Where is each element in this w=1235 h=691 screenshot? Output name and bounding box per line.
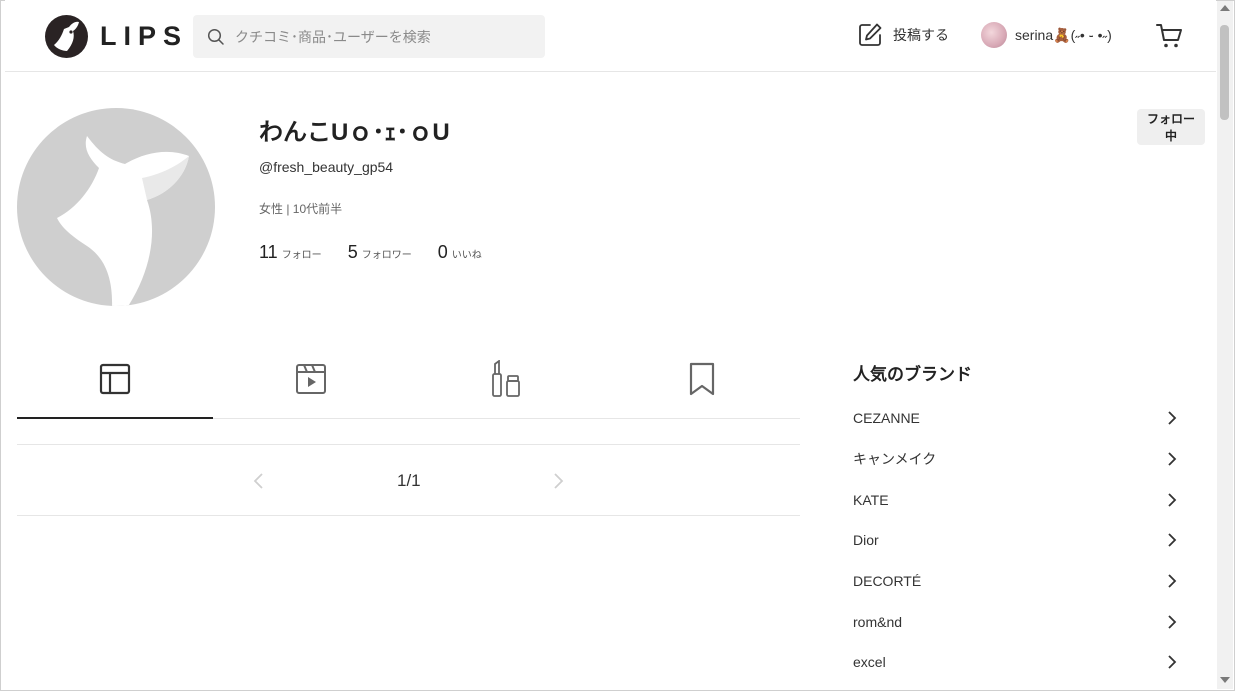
chevron-right-icon: [1168, 411, 1177, 425]
pager-next-chevron-icon[interactable]: [551, 472, 565, 495]
bookmark-icon: [690, 362, 715, 396]
pager-prev-chevron-icon[interactable]: [252, 472, 266, 495]
tab-cosmetics[interactable]: [409, 340, 605, 418]
brand-item[interactable]: Dior: [853, 520, 1183, 561]
stat-label: フォロー: [281, 250, 322, 261]
brand-item[interactable]: CEZANNE: [853, 398, 1183, 439]
popular-brands-title: 人気のブランド: [853, 365, 972, 384]
brand-item[interactable]: DECORTÉ: [853, 561, 1183, 602]
deer-logo-icon: [45, 15, 88, 58]
brand-list: CEZANNE キャンメイク KATE Dior DECORTÉ rom&nd …: [853, 398, 1183, 683]
pager-divider: [17, 515, 800, 516]
site-header: LIPS 投稿する serina🧸(˶• ֊ •˶): [5, 0, 1216, 72]
brand-name: DECORTÉ: [853, 573, 922, 590]
chevron-right-icon: [1168, 533, 1177, 548]
stat-number: 5: [347, 242, 358, 262]
tab-bookmarks[interactable]: [604, 340, 800, 418]
brand-name: rom&nd: [853, 613, 903, 630]
post-button[interactable]: 投稿する: [857, 22, 949, 48]
chevron-right-icon: [1168, 452, 1177, 466]
scroll-down-arrow-icon[interactable]: [1220, 677, 1230, 683]
pager-divider: [17, 444, 800, 445]
logo-text: LIPS: [100, 21, 189, 51]
brand-item[interactable]: rom&nd: [853, 601, 1183, 642]
brand-name: Dior: [853, 532, 879, 549]
stat-number: 11: [259, 242, 278, 262]
scroll-up-arrow-icon[interactable]: [1220, 5, 1230, 11]
chevron-right-icon: [1168, 655, 1177, 670]
stat-label: いいね: [451, 250, 482, 261]
following-button[interactable]: フォロー中: [1137, 109, 1205, 145]
cart-button[interactable]: [1155, 22, 1183, 55]
search-input[interactable]: [233, 27, 537, 46]
username: serina🧸(˶• ֊ •˶): [1015, 26, 1112, 43]
chevron-right-icon: [1168, 615, 1177, 629]
scroll-thumb[interactable]: [1220, 25, 1229, 120]
user-menu[interactable]: serina🧸(˶• ֊ •˶): [981, 22, 1112, 48]
stat-following[interactable]: 11 フォロー: [259, 242, 322, 263]
stat-followers[interactable]: 5 フォロワー: [348, 242, 412, 263]
profile-handle: @fresh_beauty_gp54: [259, 159, 394, 175]
profile-stats: 11 フォロー 5 フォロワー 0 いいね: [259, 242, 508, 263]
profile-name: わんこUｏ･ｪ･ｏU: [259, 119, 450, 146]
pager-text: 1/1: [397, 471, 421, 490]
video-icon: [295, 364, 326, 394]
user-avatar: [981, 22, 1007, 48]
brand-name: キャンメイク: [853, 451, 937, 468]
brand-name: CEZANNE: [853, 410, 920, 427]
scrollbar[interactable]: [1217, 1, 1233, 689]
cart-icon: [1156, 24, 1182, 48]
tab-posts[interactable]: [17, 340, 213, 419]
stat-likes[interactable]: 0 いいね: [438, 242, 482, 263]
profile-avatar-placeholder-icon: [17, 108, 215, 306]
cosmetics-icon: [492, 360, 521, 397]
chevron-right-icon: [1168, 493, 1177, 507]
stat-number: 0: [437, 242, 448, 262]
brand-name: excel: [853, 654, 886, 671]
profile-tabs: [17, 340, 800, 419]
chevron-right-icon: [1168, 574, 1177, 588]
brand-item[interactable]: excel: [853, 642, 1183, 683]
tab-videos[interactable]: [213, 340, 409, 418]
brand-name: KATE: [853, 491, 889, 508]
edit-icon: [859, 23, 882, 46]
stat-label: フォロワー: [361, 250, 412, 261]
brand-item[interactable]: キャンメイク: [853, 439, 1183, 480]
profile-meta: 女性 | 10代前半: [259, 202, 343, 216]
search-bar[interactable]: [193, 15, 545, 58]
brand-item[interactable]: KATE: [853, 479, 1183, 520]
post-label: 投稿する: [893, 27, 949, 43]
lips-logo[interactable]: LIPS: [45, 15, 188, 58]
search-icon: [207, 28, 224, 45]
grid-icon: [99, 363, 130, 395]
